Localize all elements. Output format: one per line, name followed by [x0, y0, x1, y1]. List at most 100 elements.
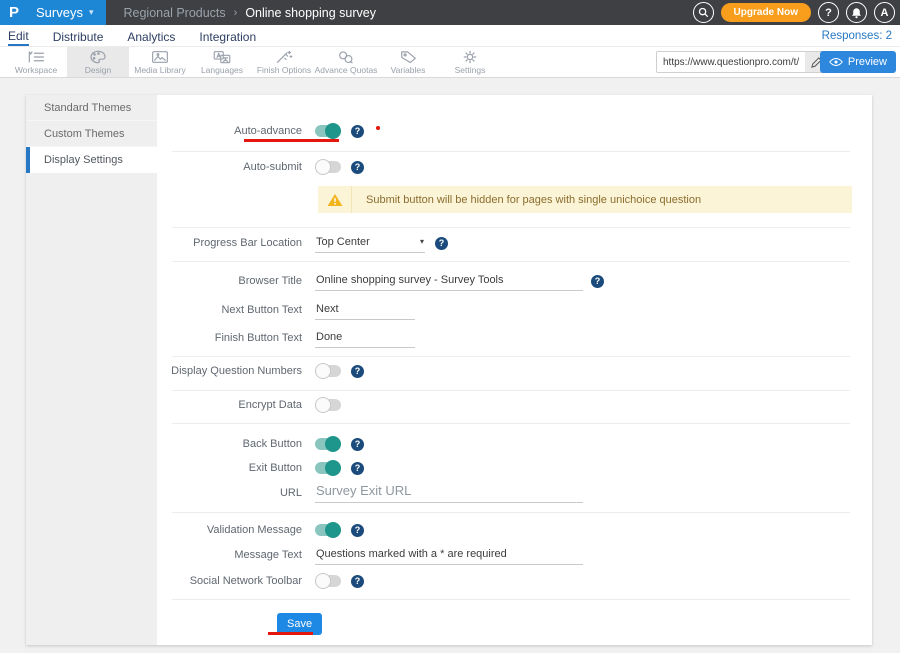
browser-title-input[interactable] [315, 272, 583, 291]
help-icon[interactable]: ? [351, 161, 364, 174]
toolbar-item-finish-options[interactable]: Finish Options [253, 47, 315, 77]
toolbar-item-workspace[interactable]: Workspace [5, 47, 67, 77]
encrypt-data-toggle[interactable] [315, 399, 341, 411]
row-exit-button: Exit Button ? [157, 456, 850, 480]
toggle-knob [315, 159, 331, 175]
annotation-underline-save [268, 632, 313, 635]
message-text-label: Message Text [157, 549, 302, 561]
progress-bar-location-select[interactable]: Top Center ▾ [315, 234, 425, 253]
warning-text: Submit button will be hidden for pages w… [352, 186, 701, 213]
help-icon[interactable]: ? [351, 438, 364, 451]
display-settings-card: Standard Themes Custom Themes Display Se… [26, 95, 872, 645]
breadcrumb-folder[interactable]: Regional Products [124, 6, 226, 20]
chain-links-icon [337, 50, 355, 64]
search-button[interactable] [693, 2, 714, 23]
avatar[interactable]: A [874, 2, 895, 23]
breadcrumb: Regional Products › Online shopping surv… [106, 0, 376, 25]
upgrade-now-button[interactable]: Upgrade Now [721, 3, 811, 22]
exit-url-input[interactable] [315, 484, 583, 503]
design-palette-icon [89, 50, 107, 64]
divider [172, 423, 850, 424]
sidebar-item-custom-themes[interactable]: Custom Themes [26, 121, 157, 147]
notifications-button[interactable] [846, 2, 867, 23]
finish-button-text-label: Finish Button Text [157, 332, 302, 344]
row-exit-url: URL [157, 480, 850, 506]
auto-advance-label: Auto-advance [157, 125, 302, 137]
toolbar-item-label: Media Library [134, 65, 186, 75]
row-encrypt-data: Encrypt Data [157, 393, 850, 417]
help-icon[interactable]: ? [351, 462, 364, 475]
next-button-text-input[interactable] [315, 301, 415, 320]
sidebar-item-standard-themes[interactable]: Standard Themes [26, 95, 157, 121]
auto-submit-warning: Submit button will be hidden for pages w… [318, 186, 852, 213]
toolbar-item-label: Advance Quotas [315, 65, 378, 75]
preview-label: Preview [848, 56, 887, 68]
row-display-question-numbers: Display Question Numbers ? [157, 359, 850, 383]
divider [172, 390, 850, 391]
encrypt-data-label: Encrypt Data [157, 399, 302, 411]
browser-title-label: Browser Title [157, 275, 302, 287]
exit-url-label: URL [157, 487, 302, 499]
row-back-button: Back Button ? [157, 432, 850, 456]
progress-bar-location-label: Progress Bar Location [157, 237, 302, 249]
toolbar-item-label: Languages [201, 65, 243, 75]
help-icon[interactable]: ? [351, 575, 364, 588]
tab-analytics[interactable]: Analytics [127, 27, 175, 45]
toolbar-item-media-library[interactable]: Media Library [129, 47, 191, 77]
annotation-underline-auto-advance [244, 139, 339, 142]
help-icon[interactable]: ? [435, 237, 448, 250]
auto-submit-toggle[interactable] [315, 161, 341, 173]
display-question-numbers-label: Display Question Numbers [157, 365, 302, 377]
row-next-button-text: Next Button Text [157, 298, 850, 322]
back-button-label: Back Button [157, 438, 302, 450]
back-button-toggle[interactable] [315, 438, 341, 450]
tab-integration[interactable]: Integration [199, 27, 256, 45]
help-icon[interactable]: ? [351, 125, 364, 138]
survey-url-input[interactable] [657, 52, 805, 72]
progress-bar-location-value: Top Center [316, 236, 370, 248]
finish-button-text-input[interactable] [315, 329, 415, 348]
toggle-knob [325, 522, 341, 538]
message-text-input[interactable] [315, 546, 583, 565]
tab-edit[interactable]: Edit [8, 26, 29, 46]
questionpro-logo[interactable]: P [0, 0, 28, 25]
warning-triangle-icon [327, 193, 343, 207]
product-name: Surveys [36, 5, 83, 20]
help-button[interactable]: ? [818, 2, 839, 23]
themes-sidebar: Standard Themes Custom Themes Display Se… [26, 95, 157, 645]
social-network-toolbar-toggle[interactable] [315, 575, 341, 587]
divider [172, 599, 850, 600]
breadcrumb-separator: › [234, 7, 238, 19]
help-icon[interactable]: ? [351, 365, 364, 378]
preview-button[interactable]: Preview [820, 51, 896, 73]
toolbar-item-variables[interactable]: Variables [377, 47, 439, 77]
help-icon[interactable]: ? [351, 524, 364, 537]
eye-icon [829, 57, 843, 67]
row-progress-bar-location: Progress Bar Location Top Center ▾ ? [157, 231, 850, 255]
survey-url-box [656, 51, 828, 73]
exit-button-toggle[interactable] [315, 462, 341, 474]
toolbar-item-settings[interactable]: Settings [439, 47, 501, 77]
social-network-toolbar-label: Social Network Toolbar [157, 575, 302, 587]
responses-count[interactable]: Responses: 2 [822, 30, 892, 42]
divider [172, 261, 850, 262]
tag-icon [400, 50, 417, 64]
auto-submit-label: Auto-submit [157, 161, 302, 173]
toolbar-item-label: Design [85, 65, 111, 75]
toolbar-item-advance-quotas[interactable]: Advance Quotas [315, 47, 377, 77]
display-question-numbers-toggle[interactable] [315, 365, 341, 377]
auto-advance-toggle[interactable] [315, 125, 341, 137]
validation-message-toggle[interactable] [315, 524, 341, 536]
product-switcher[interactable]: Surveys ▾ [28, 5, 106, 20]
toolbar-item-design[interactable]: Design [67, 47, 129, 77]
toolbar-item-languages[interactable]: Languages [191, 47, 253, 77]
gear-icon [462, 50, 478, 64]
sidebar-item-display-settings[interactable]: Display Settings [26, 147, 157, 173]
divider [172, 356, 850, 357]
toolbar-item-label: Finish Options [257, 65, 311, 75]
content-area: Standard Themes Custom Themes Display Se… [0, 78, 900, 653]
tab-distribute[interactable]: Distribute [53, 27, 104, 45]
help-icon[interactable]: ? [591, 275, 604, 288]
divider [172, 151, 850, 152]
row-browser-title: Browser Title ? [157, 269, 850, 293]
